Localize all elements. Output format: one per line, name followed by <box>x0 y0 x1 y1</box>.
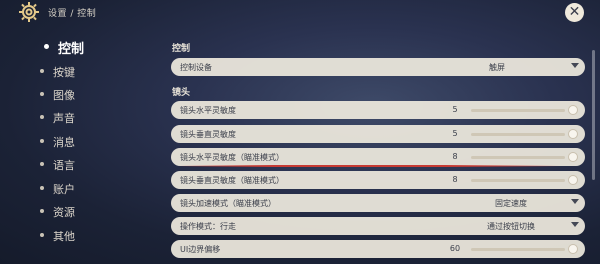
setting-row-operation-mode[interactable]: 操作模式：行走 通过按钮切换 <box>171 217 585 235</box>
dropdown-value: 触屏 <box>489 63 505 72</box>
setting-label: 操作模式：行走 <box>180 222 236 231</box>
sidebar-item-label: 按键 <box>53 66 75 79</box>
sidebar-item-label: 控制 <box>58 42 85 57</box>
setting-label: UI边界偏移 <box>180 245 221 254</box>
gear-icon <box>19 2 39 22</box>
bullet-icon <box>40 139 44 143</box>
sidebar-item-resources[interactable]: 资源 <box>28 202 138 222</box>
sidebar-item-label: 账户 <box>53 183 75 196</box>
setting-label: 镜头垂直灵敏度 <box>180 130 236 139</box>
setting-row-v-sensitivity[interactable]: 镜头垂直灵敏度 5 <box>171 125 585 143</box>
caret-down-icon <box>571 63 579 68</box>
sidebar-item-label: 声音 <box>53 112 75 125</box>
slider-track[interactable] <box>471 179 565 182</box>
decorative-red-streak <box>178 165 560 167</box>
bullet-icon <box>40 69 44 73</box>
section-title-camera: 镜头 <box>172 88 191 98</box>
slider-handle[interactable] <box>568 129 578 139</box>
setting-row-h-sensitivity-aim[interactable]: 镜头水平灵敏度（瞄准模式） 8 <box>171 148 585 166</box>
close-icon: ✕ <box>568 4 581 20</box>
sidebar-item-label: 其他 <box>53 230 75 243</box>
sidebar-item-other[interactable]: 其他 <box>28 226 138 246</box>
setting-label: 控制设备 <box>180 63 212 72</box>
setting-label: 镜头水平灵敏度 <box>180 106 236 115</box>
bullet-icon <box>40 92 44 96</box>
bullet-icon <box>40 115 44 119</box>
setting-row-v-sensitivity-aim[interactable]: 镜头垂直灵敏度（瞄准模式） 8 <box>171 171 585 189</box>
scrollbar[interactable] <box>592 50 595 180</box>
setting-value: 8 <box>452 152 458 161</box>
setting-row-control-device[interactable]: 控制设备 触屏 <box>171 58 585 76</box>
slider-track[interactable] <box>471 156 565 159</box>
sidebar-item-keys[interactable]: 按键 <box>28 62 138 82</box>
setting-label: 镜头加速模式（瞄准模式） <box>180 199 276 208</box>
sidebar-item-account[interactable]: 账户 <box>28 179 138 199</box>
bullet-icon <box>40 233 44 237</box>
active-dot-icon <box>44 44 49 49</box>
sidebar-item-label: 资源 <box>53 206 75 219</box>
slider-handle[interactable] <box>568 105 578 115</box>
slider-track[interactable] <box>471 109 565 112</box>
sidebar-item-label: 图像 <box>53 89 75 102</box>
setting-value: 60 <box>449 244 461 253</box>
setting-value: 5 <box>452 129 458 138</box>
sidebar-item-audio[interactable]: 声音 <box>28 108 138 128</box>
setting-value: 5 <box>452 105 458 114</box>
slider-track[interactable] <box>471 133 565 136</box>
slider-handle[interactable] <box>568 152 578 162</box>
caret-down-icon <box>571 199 579 204</box>
sidebar-item-messages[interactable]: 消息 <box>28 132 138 152</box>
close-button[interactable]: ✕ <box>565 3 584 22</box>
slider-handle[interactable] <box>568 244 578 254</box>
setting-row-acceleration-aim[interactable]: 镜头加速模式（瞄准模式） 固定速度 <box>171 194 585 212</box>
slider-track[interactable] <box>471 248 565 251</box>
top-bar: 设置 / 控制 ✕ <box>0 0 600 26</box>
dropdown-value: 通过按钮切换 <box>487 222 535 231</box>
sidebar-item-label: 消息 <box>53 136 75 149</box>
breadcrumb: 设置 / 控制 <box>48 9 97 19</box>
sidebar-item-graphics[interactable]: 图像 <box>28 85 138 105</box>
setting-label: 镜头水平灵敏度（瞄准模式） <box>180 153 284 162</box>
dropdown-value: 固定速度 <box>495 199 527 208</box>
setting-row-h-sensitivity[interactable]: 镜头水平灵敏度 5 <box>171 101 585 119</box>
bullet-icon <box>40 186 44 190</box>
sidebar-item-language[interactable]: 语言 <box>28 155 138 175</box>
setting-row-ui-margin[interactable]: UI边界偏移 60 <box>171 240 585 258</box>
slider-handle[interactable] <box>568 175 578 185</box>
caret-down-icon <box>571 222 579 227</box>
sidebar-item-label: 语言 <box>53 159 75 172</box>
sidebar-item-control[interactable]: 控制 <box>28 38 138 58</box>
setting-label: 镜头垂直灵敏度（瞄准模式） <box>180 176 284 185</box>
bullet-icon <box>40 162 44 166</box>
section-title-control: 控制 <box>172 44 191 54</box>
setting-value: 8 <box>452 175 458 184</box>
bullet-icon <box>40 209 44 213</box>
